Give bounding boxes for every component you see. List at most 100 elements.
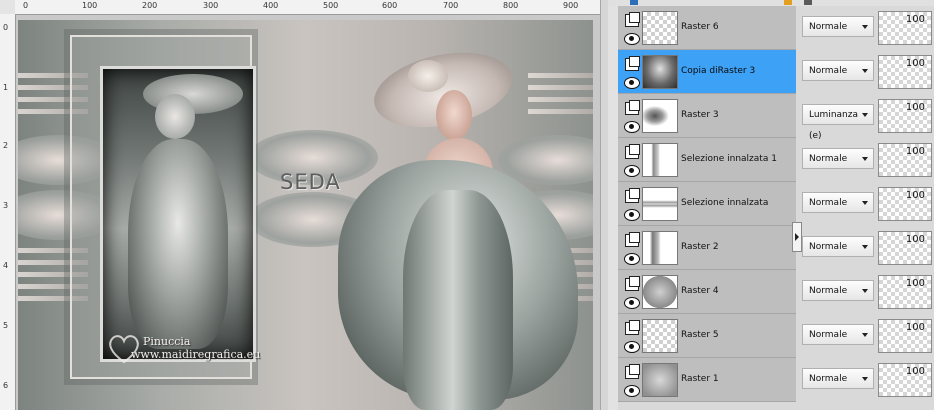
layer-group-icon[interactable]: [625, 100, 640, 115]
layer-row[interactable]: Raster 3 Luminanza (e) 100: [618, 94, 934, 141]
layer-row[interactable]: Raster 4 Normale 100: [618, 270, 934, 314]
layer-tools: [621, 317, 640, 355]
layer-main[interactable]: Selezione innalzata 1: [618, 138, 796, 182]
opacity-field[interactable]: 100: [878, 231, 932, 265]
layer-name[interactable]: Raster 6: [681, 22, 719, 32]
chevron-down-icon: [862, 245, 868, 249]
opacity-field[interactable]: 100: [878, 187, 932, 221]
layer-group-icon[interactable]: [625, 364, 640, 379]
ruler-corner: [0, 0, 16, 15]
layer-main[interactable]: Raster 2: [618, 226, 796, 270]
layer-group-icon[interactable]: [625, 188, 640, 203]
layer-group-icon[interactable]: [625, 144, 640, 159]
opacity-value: 100: [905, 322, 925, 333]
chevron-down-icon: [862, 69, 868, 73]
layer-name[interactable]: Raster 1: [681, 374, 719, 384]
layer-tools: [621, 141, 640, 179]
blend-mode-value: Normale: [809, 22, 848, 32]
opacity-value: 100: [905, 278, 925, 289]
toolbar-icon[interactable]: [784, 0, 792, 5]
layer-row[interactable]: Copia diRaster 3 Normale 100: [618, 50, 934, 94]
chevron-down-icon: [862, 25, 868, 29]
blend-mode-select[interactable]: Normale: [802, 280, 874, 301]
layer-name[interactable]: Raster 5: [681, 330, 719, 340]
canvas-area[interactable]: 0 100 200 300 400 500 600 700 800 900 0 …: [0, 0, 600, 410]
opacity-field[interactable]: 100: [878, 11, 932, 45]
opacity-field[interactable]: 100: [878, 55, 932, 89]
layer-group-icon[interactable]: [625, 320, 640, 335]
blend-mode-value: Normale: [809, 330, 848, 340]
eye-icon[interactable]: [624, 121, 640, 133]
layer-row[interactable]: Selezione innalzata 1 Normale 100: [618, 138, 934, 182]
layer-group-icon[interactable]: [625, 232, 640, 247]
opacity-field[interactable]: 100: [878, 363, 932, 397]
layer-main[interactable]: Raster 3: [618, 94, 796, 138]
eye-icon[interactable]: [624, 385, 640, 397]
eye-icon[interactable]: [624, 209, 640, 221]
opacity-value: 100: [905, 234, 925, 245]
layer-name[interactable]: Selezione innalzata: [681, 198, 768, 208]
eye-icon[interactable]: [624, 33, 640, 45]
layer-main[interactable]: Raster 1: [618, 358, 796, 402]
layer-thumbnail: [642, 319, 678, 353]
eye-icon[interactable]: [624, 341, 640, 353]
eye-icon[interactable]: [624, 165, 640, 177]
layer-tools: [621, 361, 640, 399]
toolbar-icon[interactable]: [804, 0, 812, 5]
blend-mode-select[interactable]: Normale: [802, 236, 874, 257]
layer-thumbnail: [642, 143, 678, 177]
layer-row[interactable]: Raster 1 Normale 100: [618, 358, 934, 402]
figure-dress: [403, 190, 513, 410]
figure-hat-flower: [408, 60, 448, 92]
opacity-field[interactable]: 100: [878, 319, 932, 353]
layer-main[interactable]: Raster 4: [618, 270, 796, 314]
ruler-left: 0 1 2 3 4 5 6: [0, 14, 16, 410]
layer-name[interactable]: Raster 2: [681, 242, 719, 252]
chevron-down-icon: [862, 113, 868, 117]
layer-group-icon[interactable]: [625, 56, 640, 71]
blend-mode-select[interactable]: Normale: [802, 192, 874, 213]
ruler-left-label: 5: [3, 321, 9, 330]
layer-main[interactable]: Selezione innalzata: [618, 182, 796, 226]
opacity-value: 100: [905, 366, 925, 377]
layer-row[interactable]: Selezione innalzata Normale 100: [618, 182, 934, 226]
ruler-top-label: 0: [23, 1, 29, 10]
layer-main[interactable]: Raster 5: [618, 314, 796, 358]
canvas-image[interactable]: SEDA Pinuccia www.maidiregrafica.eu: [18, 20, 593, 410]
opacity-field[interactable]: 100: [878, 99, 932, 133]
layer-group-icon[interactable]: [625, 276, 640, 291]
ruler-left-label: 2: [3, 141, 9, 150]
layer-row[interactable]: Raster 5 Normale 100: [618, 314, 934, 358]
layer-main[interactable]: Raster 6: [618, 6, 796, 50]
layer-row[interactable]: Raster 2 Normale 100: [618, 226, 934, 270]
eye-icon[interactable]: [624, 253, 640, 265]
framed-dress: [128, 139, 228, 349]
layer-thumbnail: [642, 11, 678, 45]
blend-mode-select[interactable]: Luminanza (e): [802, 104, 874, 141]
layer-name[interactable]: Raster 3: [681, 110, 719, 120]
layer-tools: [621, 273, 640, 311]
panel-collapse-handle[interactable]: [792, 222, 802, 252]
layer-row[interactable]: Raster 6 Normale 100: [618, 6, 934, 50]
opacity-value: 100: [905, 190, 925, 201]
ruler-top-label: 500: [323, 1, 339, 10]
blend-mode-select[interactable]: Normale: [802, 148, 874, 169]
chevron-down-icon: [862, 333, 868, 337]
layer-name[interactable]: Copia diRaster 3: [681, 66, 755, 76]
eye-icon[interactable]: [624, 297, 640, 309]
opacity-field[interactable]: 100: [878, 275, 932, 309]
opacity-field[interactable]: 100: [878, 143, 932, 177]
blend-mode-select[interactable]: Normale: [802, 16, 874, 37]
layer-name[interactable]: Selezione innalzata 1: [681, 154, 777, 164]
eye-icon[interactable]: [624, 77, 640, 89]
opacity-value: 100: [905, 58, 925, 69]
layer-group-icon[interactable]: [625, 12, 640, 27]
blend-mode-select[interactable]: Normale: [802, 60, 874, 81]
layer-tools: [621, 229, 640, 267]
decor-stripe: [528, 109, 593, 114]
blend-mode-select[interactable]: Normale: [802, 324, 874, 345]
layer-main[interactable]: Copia diRaster 3: [618, 50, 796, 94]
layer-name[interactable]: Raster 4: [681, 286, 719, 296]
blend-mode-select[interactable]: Normale: [802, 368, 874, 389]
toolbar-icon[interactable]: [630, 0, 638, 5]
